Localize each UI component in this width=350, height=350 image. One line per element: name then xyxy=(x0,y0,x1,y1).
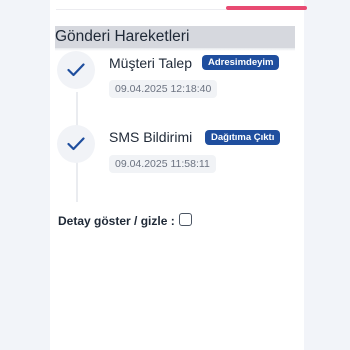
timeline-step-1-title: Müşteri Talep xyxy=(109,55,193,71)
timeline-step-2-title: SMS Bildirimi xyxy=(109,129,193,145)
details-toggle-label: Detay göster / gizle : xyxy=(58,214,175,228)
active-tab-indicator xyxy=(226,6,307,10)
shipment-card xyxy=(50,0,304,350)
check-icon xyxy=(67,63,85,77)
timeline-step-2-status-badge: Dağıtıma Çıktı xyxy=(205,130,281,145)
check-icon xyxy=(67,137,85,151)
details-toggle-row: Detay göster / gizle : xyxy=(58,212,192,230)
timeline-step-2-marker xyxy=(57,125,95,163)
timeline-step-1-marker xyxy=(57,51,95,89)
timeline-step-2-timestamp: 09.04.2025 11:58:11 xyxy=(109,155,216,173)
timeline-step-1-timestamp: 09.04.2025 12:18:40 xyxy=(109,80,218,98)
details-toggle-checkbox[interactable] xyxy=(178,212,192,226)
section-title: Gönderi Hareketleri xyxy=(55,26,295,48)
timeline-step-1-status-badge: Adresimdeyim xyxy=(202,55,280,70)
section-title-shadow xyxy=(55,48,295,51)
card-top-divider xyxy=(56,9,226,10)
